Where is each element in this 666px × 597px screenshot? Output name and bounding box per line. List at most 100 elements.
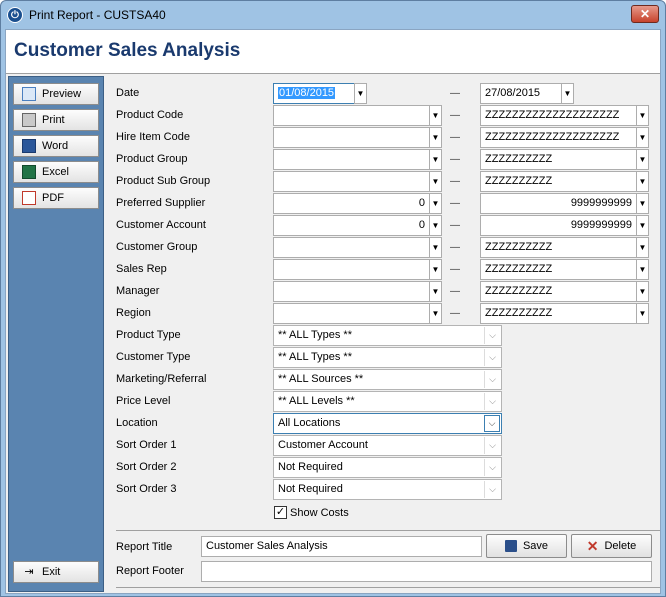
print-label: Print xyxy=(42,114,65,126)
product-group-from-dropdown[interactable]: ▼ xyxy=(429,149,442,170)
exit-icon: ⇥ xyxy=(24,566,34,578)
date-from-dropdown[interactable]: ▼ xyxy=(354,83,367,104)
region-from-dropdown[interactable]: ▼ xyxy=(429,303,442,324)
price-level-select[interactable]: ** ALL Levels ** ⌵ xyxy=(273,391,502,412)
region-to-dropdown[interactable]: ▼ xyxy=(636,303,649,324)
chevron-down-icon: ⌵ xyxy=(484,327,500,344)
client-area: Customer Sales Analysis Preview Print Wo… xyxy=(5,29,661,594)
customer-account-to-dropdown[interactable]: ▼ xyxy=(636,215,649,236)
sales-rep-from[interactable] xyxy=(273,259,430,280)
sales-rep-to-dropdown[interactable]: ▼ xyxy=(636,259,649,280)
preferred-supplier-from-dropdown[interactable]: ▼ xyxy=(429,193,442,214)
product-code-label: Product Code xyxy=(116,109,184,121)
delete-button[interactable]: ✕ Delete xyxy=(571,534,652,558)
region-from[interactable] xyxy=(273,303,430,324)
range-separator: — xyxy=(450,154,460,165)
date-label: Date xyxy=(116,87,140,99)
hire-item-code-from-dropdown[interactable]: ▼ xyxy=(429,127,442,148)
excel-button[interactable]: Excel xyxy=(13,161,99,183)
product-sub-group-from-dropdown[interactable]: ▼ xyxy=(429,171,442,192)
printer-icon xyxy=(22,113,36,127)
preview-button[interactable]: Preview xyxy=(13,83,99,105)
sort-order-1-select[interactable]: Customer Account ⌵ xyxy=(273,435,502,456)
range-separator: — xyxy=(450,220,460,231)
pdf-button[interactable]: PDF xyxy=(13,187,99,209)
hire-item-code-label: Hire Item Code xyxy=(116,131,190,143)
sales-rep-label: Sales Rep xyxy=(116,263,167,275)
customer-account-from-dropdown[interactable]: ▼ xyxy=(429,215,442,236)
date-from-field[interactable]: 01/08/2015 xyxy=(273,83,355,104)
range-separator: — xyxy=(450,132,460,143)
chevron-down-icon: ⌵ xyxy=(484,349,500,366)
chevron-down-icon: ⌵ xyxy=(484,393,500,410)
date-to-field[interactable]: 27/08/2015 xyxy=(480,83,562,104)
print-report-window: ⏻ Print Report - CUSTSA40 ✕ Customer Sal… xyxy=(0,0,666,597)
sort-order-2-select[interactable]: Not Required ⌵ xyxy=(273,457,502,478)
report-title-input[interactable]: Customer Sales Analysis xyxy=(201,536,482,557)
customer-account-from[interactable]: 0 xyxy=(273,215,430,236)
region-to[interactable]: ZZZZZZZZZZ xyxy=(480,303,637,324)
pdf-label: PDF xyxy=(42,192,64,204)
chevron-down-icon: ⌵ xyxy=(484,481,500,498)
marketing-referral-select[interactable]: ** ALL Sources ** ⌵ xyxy=(273,369,502,390)
customer-group-from[interactable] xyxy=(273,237,430,258)
word-button[interactable]: Word xyxy=(13,135,99,157)
product-sub-group-label: Product Sub Group xyxy=(116,175,211,187)
show-costs-checkbox[interactable]: ✓ Show Costs xyxy=(274,506,349,519)
word-icon xyxy=(22,139,36,153)
product-code-from-dropdown[interactable]: ▼ xyxy=(429,105,442,126)
range-separator: — xyxy=(450,176,460,187)
chevron-down-icon: ⌵ xyxy=(484,459,500,476)
manager-from-dropdown[interactable]: ▼ xyxy=(429,281,442,302)
product-group-to[interactable]: ZZZZZZZZZZ xyxy=(480,149,637,170)
product-type-label: Product Type xyxy=(116,329,181,341)
customer-group-from-dropdown[interactable]: ▼ xyxy=(429,237,442,258)
range-separator: — xyxy=(450,198,460,209)
preferred-supplier-label: Preferred Supplier xyxy=(116,197,206,209)
word-label: Word xyxy=(42,140,69,152)
close-button[interactable]: ✕ xyxy=(631,5,659,23)
report-footer-input[interactable] xyxy=(201,561,652,582)
date-to-dropdown[interactable]: ▼ xyxy=(561,83,574,104)
report-header: Customer Sales Analysis xyxy=(6,30,660,74)
product-code-to-dropdown[interactable]: ▼ xyxy=(636,105,649,126)
product-code-from[interactable] xyxy=(273,105,430,126)
preferred-supplier-to[interactable]: 9999999999 xyxy=(480,193,637,214)
sort-order-2-label: Sort Order 2 xyxy=(116,461,177,473)
product-sub-group-from[interactable] xyxy=(273,171,430,192)
range-separator: — xyxy=(450,286,460,297)
hire-item-code-to[interactable]: ZZZZZZZZZZZZZZZZZZZZ xyxy=(480,127,637,148)
customer-type-select[interactable]: ** ALL Types ** ⌵ xyxy=(273,347,502,368)
customer-group-to-dropdown[interactable]: ▼ xyxy=(636,237,649,258)
customer-group-to[interactable]: ZZZZZZZZZZ xyxy=(480,237,637,258)
customer-account-to[interactable]: 9999999999 xyxy=(480,215,637,236)
product-sub-group-to-dropdown[interactable]: ▼ xyxy=(636,171,649,192)
print-button[interactable]: Print xyxy=(13,109,99,131)
preferred-supplier-from[interactable]: 0 xyxy=(273,193,430,214)
manager-from[interactable] xyxy=(273,281,430,302)
sales-rep-from-dropdown[interactable]: ▼ xyxy=(429,259,442,280)
sales-rep-to[interactable]: ZZZZZZZZZZ xyxy=(480,259,637,280)
product-type-select[interactable]: ** ALL Types ** ⌵ xyxy=(273,325,502,346)
region-label: Region xyxy=(116,307,151,319)
preview-label: Preview xyxy=(42,88,82,100)
preferred-supplier-to-dropdown[interactable]: ▼ xyxy=(636,193,649,214)
save-button[interactable]: Save xyxy=(486,534,567,558)
location-select[interactable]: All Locations ⌵ xyxy=(273,413,502,434)
range-separator: — xyxy=(450,308,460,319)
sort-order-3-select[interactable]: Not Required ⌵ xyxy=(273,479,502,500)
checkmark-icon: ✓ xyxy=(274,506,287,519)
product-sub-group-to[interactable]: ZZZZZZZZZZ xyxy=(480,171,637,192)
product-group-to-dropdown[interactable]: ▼ xyxy=(636,149,649,170)
hire-item-code-from[interactable] xyxy=(273,127,430,148)
hire-item-code-to-dropdown[interactable]: ▼ xyxy=(636,127,649,148)
product-group-from[interactable] xyxy=(273,149,430,170)
sort-order-1-label: Sort Order 1 xyxy=(116,439,177,451)
exit-button[interactable]: ⇥ Exit xyxy=(13,561,99,583)
manager-to[interactable]: ZZZZZZZZZZ xyxy=(480,281,637,302)
manager-to-dropdown[interactable]: ▼ xyxy=(636,281,649,302)
power-icon: ⏻ xyxy=(7,7,23,23)
product-code-to[interactable]: ZZZZZZZZZZZZZZZZZZZZ xyxy=(480,105,637,126)
report-title-label: Report Title xyxy=(116,541,173,553)
pdf-icon xyxy=(22,191,36,205)
